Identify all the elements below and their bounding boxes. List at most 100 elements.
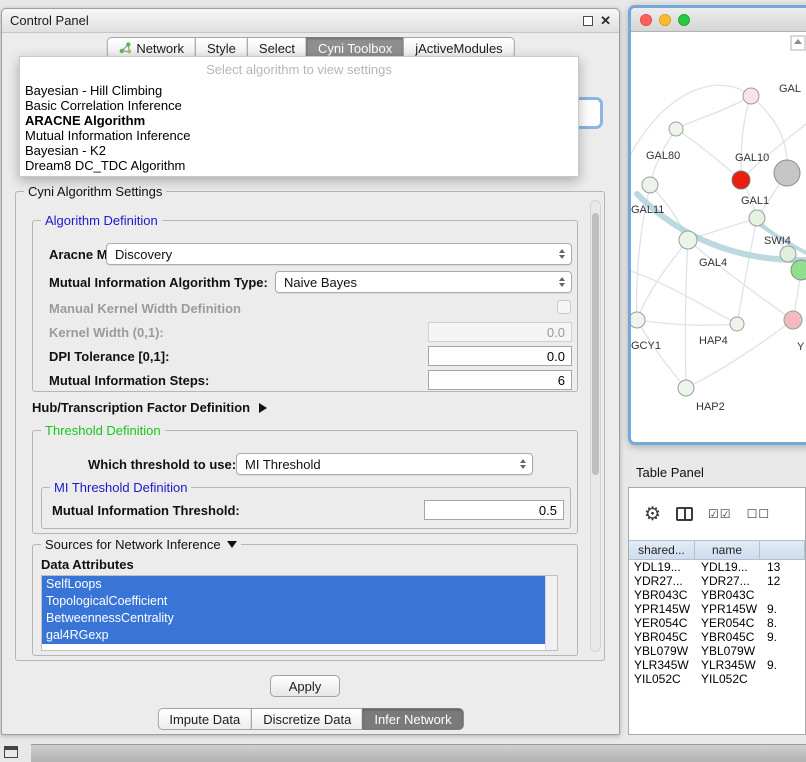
sources-group-title[interactable]: Sources for Network Inference xyxy=(41,537,241,552)
table-cell: 12 xyxy=(762,574,805,588)
network-edge[interactable] xyxy=(737,218,757,324)
algorithm-option-dream8-dc-tdc-algorithm[interactable]: Dream8 DC_TDC Algorithm xyxy=(20,158,578,173)
network-node[interactable] xyxy=(743,88,759,104)
close-traffic-light[interactable] xyxy=(640,14,652,26)
data-attributes-list: SelfLoopsTopologicalCoefficientBetweenne… xyxy=(41,575,558,651)
algorithm-option-mutual-information-inference[interactable]: Mutual Information Inference xyxy=(20,128,578,143)
network-node[interactable] xyxy=(732,171,750,189)
network-edge[interactable] xyxy=(631,268,737,324)
mi-algorithm-type-value: Naive Bayes xyxy=(284,275,357,290)
network-edge[interactable] xyxy=(637,320,737,325)
attribute-item-selfloops[interactable]: SelfLoops xyxy=(42,576,557,593)
table-row[interactable]: YIL052CYIL052C xyxy=(629,672,805,686)
network-node[interactable] xyxy=(749,210,765,226)
network-edge[interactable] xyxy=(637,240,688,320)
table-cell: YIL052C xyxy=(629,672,696,686)
bottom-tab-infer-network[interactable]: Infer Network xyxy=(362,708,463,730)
dpi-tolerance-label: DPI Tolerance [0,1]: xyxy=(49,349,169,364)
network-edge[interactable] xyxy=(676,96,751,129)
combo-arrows-icon xyxy=(559,249,571,259)
kernel-width-label: Kernel Width (0,1): xyxy=(49,325,164,340)
mi-threshold-field[interactable] xyxy=(424,500,564,520)
network-node-label: HAP4 xyxy=(699,335,728,347)
settings-scrollbar-thumb[interactable] xyxy=(592,213,599,475)
deselect-all-icon[interactable] xyxy=(747,505,771,523)
network-node[interactable] xyxy=(679,231,697,249)
network-edge[interactable] xyxy=(741,96,751,180)
network-scrollbar[interactable] xyxy=(791,36,805,50)
network-view-window: GALGAL80GAL10GAL11GAL1SWI4GAL4GCY1HAP4HA… xyxy=(628,5,806,445)
zoom-traffic-light[interactable] xyxy=(678,14,690,26)
table-row[interactable]: YDL19...YDL19...13 xyxy=(629,560,805,574)
table-cell: YER054C xyxy=(696,616,762,630)
gear-icon[interactable] xyxy=(644,503,661,526)
network-node[interactable] xyxy=(791,260,806,280)
attribute-item-gal4rgexp[interactable]: gal4RGexp xyxy=(42,627,557,644)
threshold-definition-group: Threshold Definition Which threshold to … xyxy=(32,430,578,534)
table-row[interactable]: YDR27...YDR27...12 xyxy=(629,574,805,588)
network-edge[interactable] xyxy=(685,240,688,388)
attribute-item-betweennesscentrality[interactable]: BetweennessCentrality xyxy=(42,610,557,627)
algorithm-option-bayesian-k2[interactable]: Bayesian - K2 xyxy=(20,143,578,158)
hub-definition-expander[interactable]: Hub/Transcription Factor Definition xyxy=(32,400,267,415)
manual-kernel-width-checkbox[interactable] xyxy=(557,300,571,314)
table-panel: shared...name YDL19...YDL19...13YDR27...… xyxy=(628,487,806,735)
control-panel-window: Control Panel ✕ NetworkStyleSelectCyni T… xyxy=(1,8,620,735)
which-threshold-select[interactable]: MI Threshold xyxy=(236,453,533,475)
combo-arrows-icon xyxy=(559,277,571,287)
table-row[interactable]: YBL079WYBL079W xyxy=(629,644,805,658)
mi-algorithm-type-select[interactable]: Naive Bayes xyxy=(275,271,572,293)
algorithm-option-aracne-algorithm[interactable]: ARACNE Algorithm xyxy=(20,113,578,128)
network-node[interactable] xyxy=(774,160,800,186)
settings-scrollbar-track[interactable] xyxy=(590,200,601,652)
network-canvas[interactable]: GALGAL80GAL10GAL11GAL1SWI4GAL4GCY1HAP4HA… xyxy=(631,32,806,445)
aracne-mode-value: Discovery xyxy=(115,247,172,262)
mi-threshold-label: Mutual Information Threshold: xyxy=(52,503,240,518)
bottom-tab-impute-data[interactable]: Impute Data xyxy=(157,708,252,730)
algorithm-option-bayesian-hill-climbing[interactable]: Bayesian - Hill Climbing xyxy=(20,83,578,98)
network-node[interactable] xyxy=(780,246,796,262)
table-cell xyxy=(762,672,805,686)
mi-steps-label: Mutual Information Steps: xyxy=(49,373,209,388)
network-node[interactable] xyxy=(730,317,744,331)
network-window-titlebar xyxy=(631,8,806,32)
network-node[interactable] xyxy=(669,122,683,136)
network-node-label: GAL80 xyxy=(646,150,680,162)
network-node[interactable] xyxy=(631,312,645,328)
network-edge[interactable] xyxy=(637,320,686,388)
column-header[interactable] xyxy=(759,540,805,560)
network-edge[interactable] xyxy=(676,129,741,180)
mi-steps-field[interactable] xyxy=(428,370,572,390)
network-node[interactable] xyxy=(642,177,658,193)
network-node[interactable] xyxy=(784,311,802,329)
attribute-item-topologicalcoefficient[interactable]: TopologicalCoefficient xyxy=(42,593,557,610)
table-panel-title: Table Panel xyxy=(636,465,704,480)
close-icon[interactable]: ✕ xyxy=(600,16,611,26)
table-cell: YIL052C xyxy=(696,672,762,686)
aracne-mode-select[interactable]: Discovery xyxy=(106,243,572,265)
bottom-dock-strip xyxy=(31,744,806,762)
column-header[interactable]: shared... xyxy=(628,540,695,560)
network-node-label: GAL xyxy=(779,83,801,95)
tab-label: Cyni Toolbox xyxy=(318,41,392,56)
algorithm-option-list: Bayesian - Hill ClimbingBasic Correlatio… xyxy=(20,83,578,173)
bottom-tab-discretize-data[interactable]: Discretize Data xyxy=(251,708,363,730)
restore-panel-icon[interactable] xyxy=(4,746,18,758)
table-body: YDL19...YDL19...13YDR27...YDR27...12YBR0… xyxy=(629,560,805,686)
attributes-scrollbar[interactable] xyxy=(545,576,557,650)
table-row[interactable]: YBR045CYBR045C9. xyxy=(629,630,805,644)
kernel-width-field[interactable] xyxy=(428,322,572,342)
apply-button[interactable]: Apply xyxy=(270,675,340,697)
minimize-traffic-light[interactable] xyxy=(659,14,671,26)
table-row[interactable]: YLR345WYLR345W9. xyxy=(629,658,805,672)
algorithm-option-basic-correlation-inference[interactable]: Basic Correlation Inference xyxy=(20,98,578,113)
column-header[interactable]: name xyxy=(694,540,760,560)
float-window-icon[interactable] xyxy=(583,16,593,26)
table-row[interactable]: YPR145WYPR145W9. xyxy=(629,602,805,616)
network-node[interactable] xyxy=(678,380,694,396)
table-row[interactable]: YER054CYER054C8. xyxy=(629,616,805,630)
columns-icon[interactable] xyxy=(676,507,693,521)
dpi-tolerance-field[interactable] xyxy=(428,346,572,366)
table-row[interactable]: YBR043CYBR043C xyxy=(629,588,805,602)
select-all-icon[interactable] xyxy=(708,505,732,523)
